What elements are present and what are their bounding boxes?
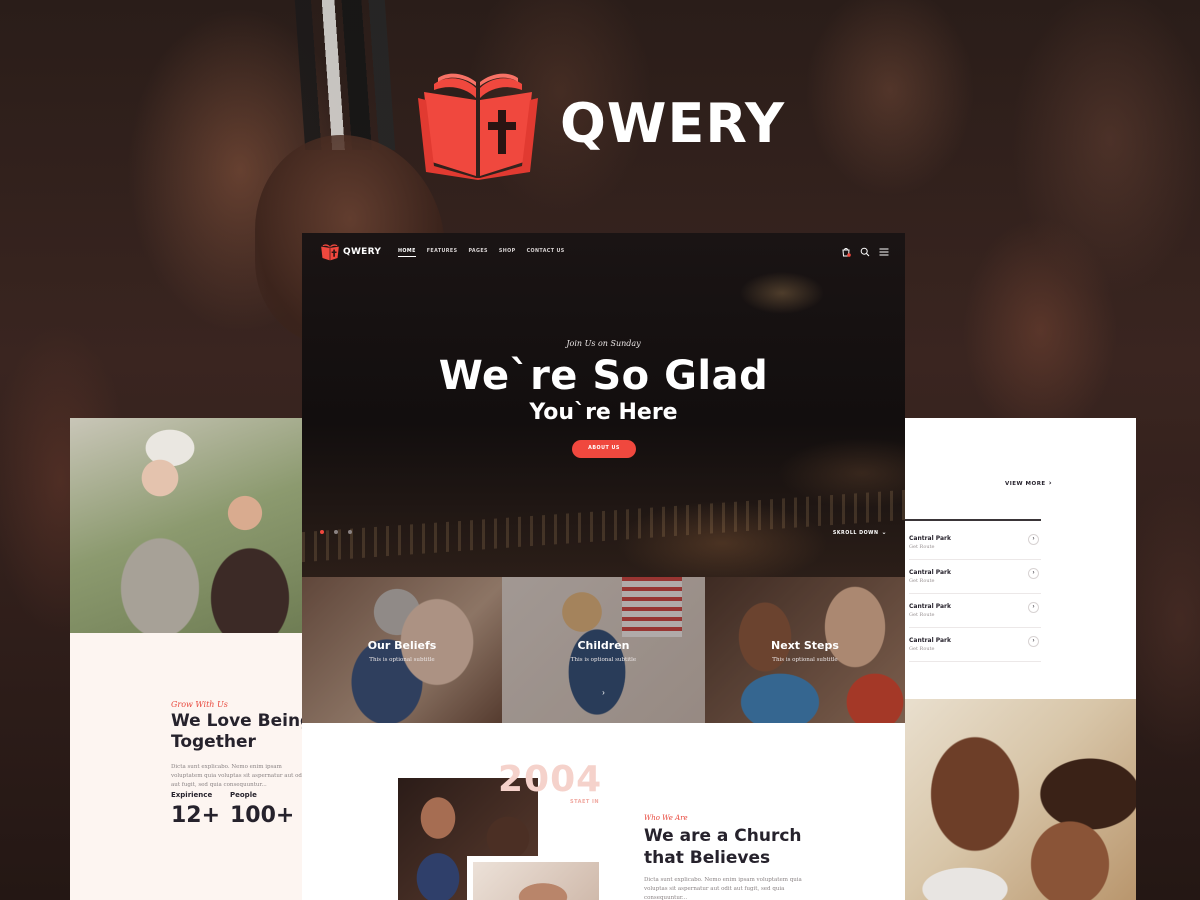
event-item[interactable]: Cantral Park Get Route › (909, 526, 1041, 560)
slider-dot[interactable] (334, 530, 338, 534)
nav-brand[interactable]: QWERY (343, 247, 381, 257)
stat-people: People 100+ (230, 791, 294, 828)
stat-value: 12+ (171, 803, 221, 828)
cart-icon[interactable] (841, 247, 851, 257)
nav-links: HOME FEATURES PAGES SHOP CONTACT US (398, 249, 565, 257)
nav-home[interactable]: HOME (398, 249, 416, 257)
hero-crowd-hands (302, 489, 905, 563)
view-more-label: VIEW MORE (1005, 481, 1046, 487)
divider (905, 519, 1041, 521)
hero-subtitle: You`re Here (529, 400, 678, 425)
about-text: Dicta sunt explicabo. Nemo enim ipsam vo… (644, 877, 802, 900)
open-book-cross-icon (418, 73, 538, 180)
hero-section: QWERY HOME FEATURES PAGES SHOP CONTACT U… (302, 233, 905, 577)
brand-wordmark: QWERY (560, 92, 786, 155)
couple-photo (70, 418, 302, 633)
event-item[interactable]: Cantral Park Get Route › (909, 560, 1041, 594)
nav-pages[interactable]: PAGES (468, 249, 487, 257)
event-subtitle: Get Route (909, 646, 935, 652)
hero-kicker: Join Us on Sunday (566, 339, 641, 348)
nav-contact[interactable]: CONTACT US (527, 249, 565, 257)
slider-dot[interactable] (348, 530, 352, 534)
founded-year: 2004 (498, 759, 603, 800)
stat-label: People (230, 791, 257, 799)
feature-subtitle: This is optional subtitle (369, 657, 435, 663)
nav-icons (841, 247, 889, 257)
chevron-down-icon: ⌄ (881, 529, 887, 536)
brand-logo: QWERY (418, 70, 798, 180)
background-pens (294, 0, 396, 150)
feature-title: Our Beliefs (367, 639, 437, 652)
event-item[interactable]: Cantral Park Get Route › (909, 594, 1041, 628)
chevron-right-icon[interactable]: › (1028, 636, 1039, 647)
chevron-right-icon[interactable]: › (1028, 534, 1039, 545)
top-navigation: QWERY HOME FEATURES PAGES SHOP CONTACT U… (302, 233, 905, 273)
nav-features[interactable]: FEATURES (427, 249, 458, 257)
about-us-button[interactable]: ABOUT US (572, 440, 636, 458)
feature-cards: Our Beliefs This is optional subtitle Ch… (302, 577, 905, 723)
smiling-couple-photo (905, 699, 1136, 900)
event-subtitle: Get Route (909, 612, 935, 618)
left-title: We Love Being Together (171, 711, 302, 752)
chevron-right-icon[interactable]: › (502, 688, 705, 697)
event-title: Cantral Park (909, 603, 951, 610)
event-subtitle: Get Route (909, 544, 935, 550)
events-list: Cantral Park Get Route › Cantral Park Ge… (909, 526, 1041, 662)
event-title: Cantral Park (909, 569, 951, 576)
feature-title: Next Steps (771, 639, 839, 652)
scroll-down-label: SKROLL DOWN (832, 531, 879, 536)
slider-dots (320, 530, 352, 534)
feature-card-next-steps[interactable]: Next Steps This is optional subtitle (705, 577, 905, 723)
open-book-cross-icon[interactable] (320, 243, 340, 261)
feature-card-children[interactable]: Children This is optional subtitle › (502, 577, 705, 723)
event-title: Cantral Park (909, 637, 951, 644)
event-item[interactable]: Cantral Park Get Route › (909, 628, 1041, 662)
menu-icon[interactable] (879, 247, 889, 257)
feature-subtitle: This is optional subtitle (570, 657, 637, 663)
scroll-down-link[interactable]: SKROLL DOWN ⌄ (833, 529, 887, 536)
stat-value: 100+ (230, 803, 295, 828)
feature-card-beliefs[interactable]: Our Beliefs This is optional subtitle (302, 577, 502, 723)
feature-subtitle: This is optional subtitle (772, 657, 838, 663)
right-preview-panel: VIEW MORE › Cantral Park Get Route › Cant… (905, 418, 1136, 900)
slider-dot[interactable] (320, 530, 324, 534)
main-preview-screenshot: QWERY HOME FEATURES PAGES SHOP CONTACT U… (302, 233, 905, 900)
chevron-right-icon[interactable]: › (1028, 568, 1039, 579)
nav-shop[interactable]: SHOP (499, 249, 516, 257)
search-icon[interactable] (860, 247, 870, 257)
event-subtitle: Get Route (909, 578, 935, 584)
founded-label: STAET IN (570, 799, 600, 805)
hands-photo (467, 856, 599, 900)
about-kicker: Who We Are (644, 814, 688, 822)
left-text: Dicta sunt explicabo. Nemo enim ipsam vo… (171, 764, 302, 788)
left-kicker: Grow With Us (171, 700, 228, 709)
chevron-right-icon: › (1048, 479, 1053, 487)
about-title: We are a Church that Believes (644, 826, 802, 868)
chevron-right-icon[interactable]: › (1028, 602, 1039, 613)
feature-title: Children (577, 639, 630, 652)
view-more-link[interactable]: VIEW MORE › (1005, 479, 1052, 487)
stat-label: Expirience (171, 791, 213, 799)
hero-title: We`re So Glad (438, 353, 769, 399)
left-preview-panel: Grow With Us We Love Being Together Dict… (70, 418, 302, 900)
stat-experience: Expirience 12+ (171, 791, 220, 828)
event-title: Cantral Park (909, 535, 951, 542)
